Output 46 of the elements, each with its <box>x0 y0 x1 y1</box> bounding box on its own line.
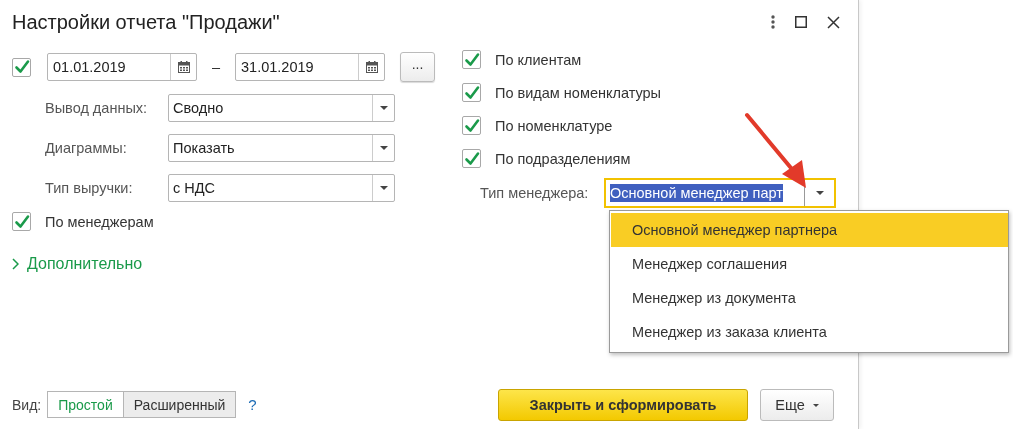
dropdown-caret-icon[interactable] <box>379 106 388 110</box>
dropdown-caret-icon[interactable] <box>815 191 824 195</box>
dropdown-option[interactable]: Менеджер из заказа клиента <box>611 315 1008 349</box>
range-dash: – <box>210 59 222 75</box>
generate-button[interactable]: Закрыть и сформировать <box>498 388 748 421</box>
chevron-icon <box>12 258 19 270</box>
field-label: Тип менеджера: <box>480 185 590 201</box>
field-label: Вывод данных: <box>45 100 149 116</box>
view-label: Вид: <box>12 396 42 413</box>
more-options-icon[interactable] <box>771 15 775 29</box>
dropdown-field[interactable]: Сводно <box>168 94 395 122</box>
dropdown-option[interactable]: Менеджер из документа <box>611 281 1008 315</box>
section-toggle[interactable]: Дополнительно <box>12 255 450 273</box>
maximize-icon[interactable] <box>795 16 807 28</box>
help-link[interactable]: ? <box>248 396 257 413</box>
checkbox[interactable] <box>462 50 481 69</box>
date-field[interactable]: 31.01.2019 <box>235 53 385 81</box>
dropdown-caret-icon[interactable] <box>379 186 388 190</box>
dropdown-option[interactable]: Основной менеджер партнера <box>611 213 1008 247</box>
view-tab[interactable]: Простой <box>47 391 124 418</box>
checkbox-label: По видам номенклатуры <box>495 84 662 101</box>
dropdown-caret-icon[interactable] <box>379 146 388 150</box>
checkbox[interactable] <box>462 149 481 168</box>
view-tab[interactable]: Расширенный <box>123 391 237 418</box>
period-button[interactable]: ... <box>400 52 435 82</box>
calendar-icon[interactable] <box>365 61 378 73</box>
checkbox[interactable] <box>462 83 481 102</box>
checkbox[interactable] <box>12 57 31 77</box>
field-label: Диаграммы: <box>45 140 128 156</box>
date-field[interactable]: 01.01.2019 <box>47 53 197 81</box>
checkbox-label: По подразделениям <box>495 150 631 167</box>
more-button[interactable]: Еще <box>760 388 834 421</box>
checkbox[interactable] <box>12 212 31 231</box>
dropdown-field[interactable]: с НДС <box>168 174 395 202</box>
dropdown-field[interactable]: Показать <box>168 134 395 162</box>
checkbox-label: По клиентам <box>495 51 582 68</box>
field-label: Тип выручки: <box>45 180 134 196</box>
calendar-icon[interactable] <box>177 61 190 73</box>
caret-icon <box>812 404 819 408</box>
checkbox-label: По номенклатуре <box>495 117 613 134</box>
dropdown-option[interactable]: Менеджер соглашения <box>611 247 1008 281</box>
checkbox-label: По менеджерам <box>45 213 154 230</box>
close-icon[interactable] <box>827 15 840 29</box>
checkbox[interactable] <box>462 116 481 135</box>
dropdown-field[interactable]: Основной менеджер парт <box>604 178 836 208</box>
window-title: Настройки отчета "Продажи" <box>12 10 281 34</box>
